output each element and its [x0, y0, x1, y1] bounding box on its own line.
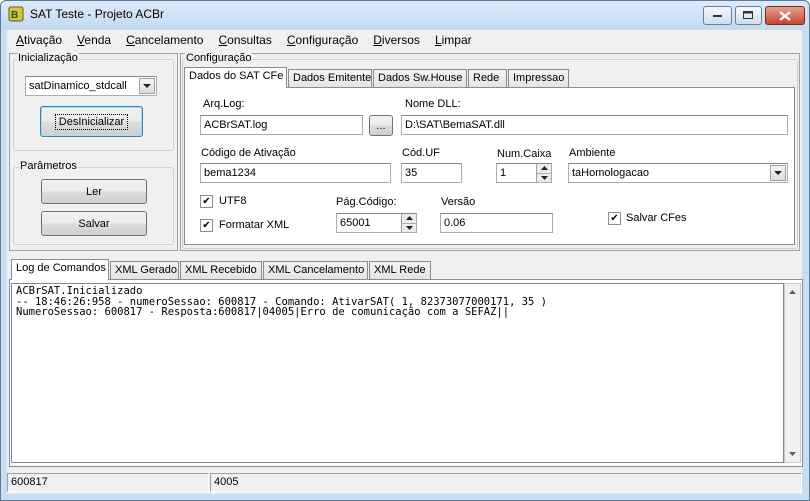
model-select-value: satDinamico_stdcall: [29, 80, 127, 92]
log-line: ACBrSAT.Inicializado: [16, 285, 143, 297]
parametros-title: Parâmetros: [19, 160, 78, 172]
pag-codigo-value: 65001: [340, 217, 371, 229]
nome-dll-label: Nome DLL:: [405, 98, 461, 110]
model-select[interactable]: satDinamico_stdcall: [25, 76, 157, 96]
cod-uf-input[interactable]: 35: [401, 163, 462, 183]
tab-impressao[interactable]: Impressao: [508, 69, 569, 88]
ler-label: Ler: [86, 185, 102, 198]
tab-xml-recebido[interactable]: XML Recebido: [180, 261, 262, 280]
maximize-icon: [743, 11, 753, 19]
maximize-button[interactable]: [735, 6, 762, 25]
menu-configuracao[interactable]: Configuração: [278, 33, 364, 47]
close-icon: [779, 10, 791, 21]
minimize-icon: [712, 14, 722, 17]
minimize-button[interactable]: [703, 6, 732, 25]
status-sessao: 600817: [7, 473, 209, 492]
tab-log-de-comandos[interactable]: Log de Comandos: [11, 259, 109, 280]
tab-rede[interactable]: Rede: [468, 69, 507, 88]
configuracao-title: Configuração: [185, 52, 253, 64]
tab-xml-rede[interactable]: XML Rede: [369, 261, 431, 280]
app-icon: B: [8, 6, 24, 22]
ambiente-label: Ambiente: [569, 147, 616, 159]
menu-ativacao[interactable]: Ativação: [7, 33, 68, 47]
chevron-down-icon[interactable]: [402, 222, 416, 233]
chevron-down-icon[interactable]: [537, 172, 551, 183]
cod-uf-label: Cód.UF: [402, 147, 440, 159]
arq-log-input[interactable]: ACBrSAT.log: [200, 115, 363, 135]
tab-xml-cancelamento[interactable]: XML Cancelamento: [263, 261, 368, 280]
menu-consultas[interactable]: Consultas: [209, 33, 277, 47]
tab-xml-gerado[interactable]: XML Gerado: [110, 261, 179, 280]
chevron-down-icon[interactable]: [770, 165, 786, 181]
check-icon: ✔: [202, 219, 211, 231]
salvar-label: Salvar: [78, 217, 110, 230]
codigo-ativacao-input[interactable]: bema1234: [200, 163, 391, 183]
log-scrollbar[interactable]: [784, 283, 801, 463]
desinicializar-label: DesInicializar: [54, 113, 129, 130]
chevron-down-icon[interactable]: [139, 78, 155, 94]
codigo-ativacao-label: Código de Ativação: [201, 147, 296, 159]
menu-bar: Ativação Venda Cancelamento Consultas Co…: [7, 30, 802, 49]
versao-input[interactable]: 0.06: [440, 213, 553, 233]
menu-cancelamento[interactable]: Cancelamento: [117, 33, 209, 47]
menu-diversos[interactable]: Diversos: [364, 33, 426, 47]
num-caixa-label: Num.Caixa: [497, 148, 552, 160]
utf8-label: UTF8: [219, 195, 247, 207]
formatar-xml-label: Formatar XML: [219, 219, 290, 231]
ler-button[interactable]: Ler: [41, 179, 147, 204]
utf8-checkbox[interactable]: ✔: [200, 195, 213, 208]
chevron-up-icon[interactable]: [402, 214, 416, 223]
pag-codigo-label: Pág.Código:: [336, 196, 397, 208]
check-icon: ✔: [610, 212, 619, 224]
versao-label: Versão: [441, 196, 476, 208]
tab-dados-sat-cfe[interactable]: Dados do SAT CFe: [184, 67, 287, 88]
close-button[interactable]: [765, 6, 805, 25]
tab-dados-sw-house[interactable]: Dados Sw.House: [373, 69, 467, 88]
menu-limpar[interactable]: Limpar: [426, 33, 478, 47]
salvar-button[interactable]: Salvar: [41, 211, 147, 236]
chevron-up-icon[interactable]: [537, 164, 551, 173]
check-icon: ✔: [202, 195, 211, 207]
arq-log-label: Arq.Log:: [203, 98, 245, 110]
num-caixa-value: 1: [500, 167, 507, 179]
tab-dados-emitente[interactable]: Dados Emitente: [288, 69, 372, 88]
pag-codigo-stepper[interactable]: 65001: [336, 213, 417, 233]
desinicializar-button[interactable]: DesInicializar: [40, 106, 143, 137]
inicializacao-title: Inicialização: [17, 52, 79, 64]
window-title: SAT Teste - Projeto ACBr: [30, 7, 165, 21]
ambiente-select[interactable]: taHomologacao: [568, 163, 788, 183]
log-textarea[interactable]: ACBrSAT.Inicializado -- 18:46:26:958 - nu…: [11, 283, 784, 463]
pag-codigo-spin[interactable]: [401, 214, 416, 232]
num-caixa-stepper[interactable]: 1: [496, 163, 552, 183]
salvar-cfes-checkbox[interactable]: ✔: [608, 212, 621, 225]
formatar-xml-checkbox[interactable]: ✔: [200, 219, 213, 232]
nome-dll-input[interactable]: D:\SAT\BemaSAT.dll: [401, 115, 788, 135]
menu-venda[interactable]: Venda: [68, 33, 117, 47]
log-line: NumeroSessao: 600817 - Resposta:600817|0…: [16, 306, 510, 318]
svg-text:B: B: [11, 10, 18, 21]
status-codigo: 4005: [210, 473, 802, 492]
chevron-up-icon[interactable]: [785, 284, 800, 300]
chevron-down-icon[interactable]: [785, 446, 800, 462]
browse-button[interactable]: ...: [369, 115, 393, 136]
inicializacao-group: [13, 59, 174, 151]
num-caixa-spin[interactable]: [536, 164, 551, 182]
salvar-cfes-label: Salvar CFes: [626, 212, 687, 224]
ambiente-value: taHomologacao: [572, 167, 650, 179]
browse-label: ...: [376, 119, 386, 132]
